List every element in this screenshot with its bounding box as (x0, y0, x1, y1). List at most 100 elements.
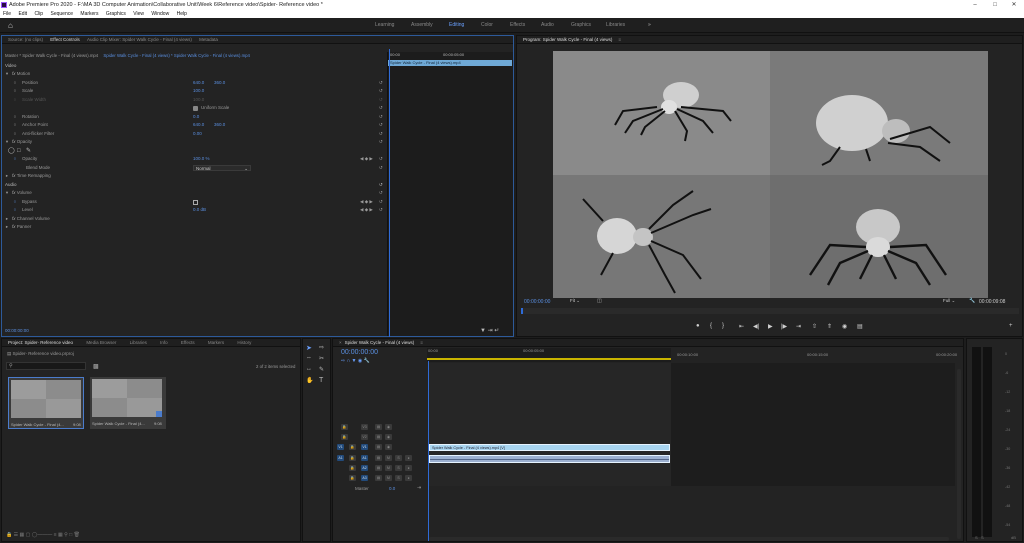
reset-icon[interactable]: ↺ (379, 138, 383, 147)
effect-row-level[interactable]: ○ Level 0.0 dB ◀ ◆ ▶ ↺ (2, 206, 387, 215)
bypass-checkbox[interactable] (193, 199, 198, 205)
uniform-scale-checkbox[interactable] (193, 106, 198, 111)
tab-audio-clip-mixer[interactable]: Audio Clip Mixer: Spider Walk Cycle - Fi… (87, 37, 192, 42)
program-title[interactable]: Program: Spider Walk Cycle - Final (4 vi… (523, 37, 612, 42)
program-scrubber[interactable] (521, 308, 1019, 314)
mini-playhead[interactable] (389, 49, 390, 337)
mic-icon[interactable]: ● (405, 455, 412, 461)
selection-tool-icon[interactable]: ➤ (306, 344, 312, 352)
tab-project[interactable]: Project: Spider- Reference video (8, 340, 73, 345)
track-a2-label[interactable]: A2 (361, 465, 368, 471)
menu-sequence[interactable]: Sequence (50, 11, 73, 17)
reset-icon[interactable]: ↺ (379, 113, 383, 122)
menu-markers[interactable]: Markers (80, 11, 98, 17)
timeline-toolbar-icons[interactable]: ⇨ ∩ ▼ ◉ 🔧 (341, 358, 370, 364)
workspace-audio[interactable]: Audio (541, 18, 554, 33)
mute-button[interactable]: M (385, 465, 392, 471)
sync-icon[interactable]: ▤ (375, 455, 382, 461)
reset-icon[interactable]: ↺ (379, 164, 383, 173)
effect-master-clip[interactable]: Master * Spider Walk Cycle - Final (4 vi… (5, 53, 250, 58)
track-a3-label[interactable]: A3 (361, 475, 368, 481)
reset-icon[interactable]: ↺ (379, 121, 383, 130)
rotation-value[interactable]: 0.0 (193, 113, 199, 122)
razor-tool-icon[interactable]: ✂ (319, 355, 324, 362)
workspace-effects[interactable]: Effects (510, 18, 525, 33)
tab-markers[interactable]: Markers (208, 340, 224, 345)
effect-row-time-remap[interactable]: ▸ fx Time Remapping (2, 172, 387, 181)
rect-mask-icon[interactable]: □ (17, 147, 21, 156)
effect-timecode[interactable]: 00:00:00:00 (5, 328, 29, 333)
lock-icon[interactable]: 🔒 (341, 434, 348, 440)
sync-icon[interactable]: ▤ (375, 434, 382, 440)
timeline-tracks-area[interactable] (428, 363, 671, 486)
panel-menu-icon[interactable]: ≡ (420, 340, 423, 345)
close-tab-icon[interactable]: × (339, 340, 342, 345)
tab-source[interactable]: Source: (no clips) (8, 37, 43, 42)
sync-icon[interactable]: ▤ (375, 444, 382, 450)
quality-select[interactable]: Full ⌄ (943, 298, 955, 304)
effect-row-bypass[interactable]: ○ Bypass ◀ ◆ ▶ ↺ (2, 198, 387, 207)
workspace-graphics[interactable]: Graphics (571, 18, 591, 33)
program-timecode[interactable]: 00:00:00:00 (524, 299, 550, 305)
track-v1-label[interactable]: V1 (361, 444, 368, 450)
scale-value[interactable]: 100.0 (193, 87, 204, 96)
solo-button[interactable]: S (395, 475, 402, 481)
type-tool-icon[interactable]: T (319, 377, 323, 384)
go-to-end-icon[interactable]: ⇥ (417, 485, 421, 491)
effect-row-motion[interactable]: ▾ fx Motion (2, 70, 30, 79)
audio-clip[interactable] (429, 455, 670, 463)
effect-mini-timeline[interactable]: 00:00 00:00:05:00 Spider Walk Cycle - Fi… (387, 49, 513, 337)
keyframe-nav-icon[interactable]: ◀ ◆ ▶ (360, 155, 373, 164)
tab-libraries[interactable]: Libraries (130, 340, 147, 345)
keyframe-nav-icon[interactable]: ◀ ◆ ▶ (360, 198, 373, 207)
more-workspaces-icon[interactable]: » (648, 18, 651, 33)
tab-history[interactable]: History (237, 340, 251, 345)
lock-icon[interactable]: 🔒 (349, 465, 356, 471)
timeline-playhead[interactable] (428, 361, 429, 541)
reset-icon[interactable]: ↺ (379, 87, 383, 96)
sync-icon[interactable]: ▤ (375, 424, 382, 430)
ripple-edit-tool-icon[interactable]: ⇔ (306, 355, 312, 361)
source-patch-v1[interactable]: V1 (337, 444, 344, 450)
timeline-vertical-scrollbar[interactable] (957, 369, 961, 539)
lock-icon[interactable]: 🔒 (349, 475, 356, 481)
blend-mode-select[interactable]: Normal ⌄ (193, 164, 251, 171)
eye-icon[interactable]: ◉ (385, 424, 392, 430)
program-viewer[interactable] (553, 51, 988, 298)
effect-row-channel-volume[interactable]: ▸ fx Channel Volume (2, 215, 387, 224)
timeline-empty-area[interactable] (671, 363, 955, 486)
workspace-color[interactable]: Color (481, 18, 493, 33)
mute-button[interactable]: M (385, 475, 392, 481)
reset-icon[interactable]: ↺ (379, 206, 383, 215)
mini-clip-bar[interactable]: Spider Walk Cycle - Final (4 views).mp4 (388, 60, 512, 66)
lift-button[interactable]: ⇧ (812, 323, 817, 330)
anti-flicker-value[interactable]: 0.00 (193, 130, 202, 139)
safe-margins-icon[interactable]: ◫ (597, 298, 602, 304)
level-value[interactable]: 0.0 dB (193, 206, 206, 215)
zoom-fit-select[interactable]: Fit ⌄ (570, 298, 590, 305)
go-to-out-button[interactable]: ⇥ (796, 323, 801, 330)
effect-row-opacity[interactable]: ○ Opacity 100.0 % ◀ ◆ ▶ ↺ (2, 155, 387, 164)
effect-row-scale[interactable]: ○ Scale 100.0 ↺ (2, 87, 387, 96)
meter-solo-buttons[interactable]: S S (975, 535, 984, 540)
reset-icon[interactable]: ↺ (379, 96, 383, 105)
reset-icon[interactable]: ↺ (379, 198, 383, 207)
menu-edit[interactable]: Edit (18, 11, 27, 17)
track-v3-label[interactable]: V3 (361, 424, 368, 430)
panel-menu-icon[interactable]: ≡ (618, 37, 621, 42)
effect-row-anchor-point[interactable]: ○ Anchor Point 640.0 360.0 ↺ (2, 121, 387, 130)
tab-effect-controls[interactable]: Effect Controls (50, 37, 79, 42)
add-marker-button[interactable]: ● (696, 323, 700, 329)
eye-icon[interactable]: ◉ (385, 434, 392, 440)
reset-icon[interactable]: ↺ (379, 130, 383, 139)
solo-button[interactable]: S (395, 465, 402, 471)
menu-window[interactable]: Window (151, 11, 169, 17)
menu-view[interactable]: View (133, 11, 144, 17)
project-item[interactable]: Spider Walk Cycle - Final (4... 9:08 (90, 377, 166, 429)
step-forward-button[interactable]: |▶ (781, 323, 787, 330)
pen-mask-icon[interactable]: ✎ (26, 147, 31, 156)
effect-row-anti-flicker[interactable]: ○ Anti-flicker Filter 0.00 ↺ (2, 130, 387, 139)
effect-row-volume[interactable]: ▾ fx Volume ↺ (2, 189, 387, 198)
extract-button[interactable]: ⇑ (827, 323, 832, 330)
export-frame-icon[interactable]: ◉ (842, 323, 847, 330)
